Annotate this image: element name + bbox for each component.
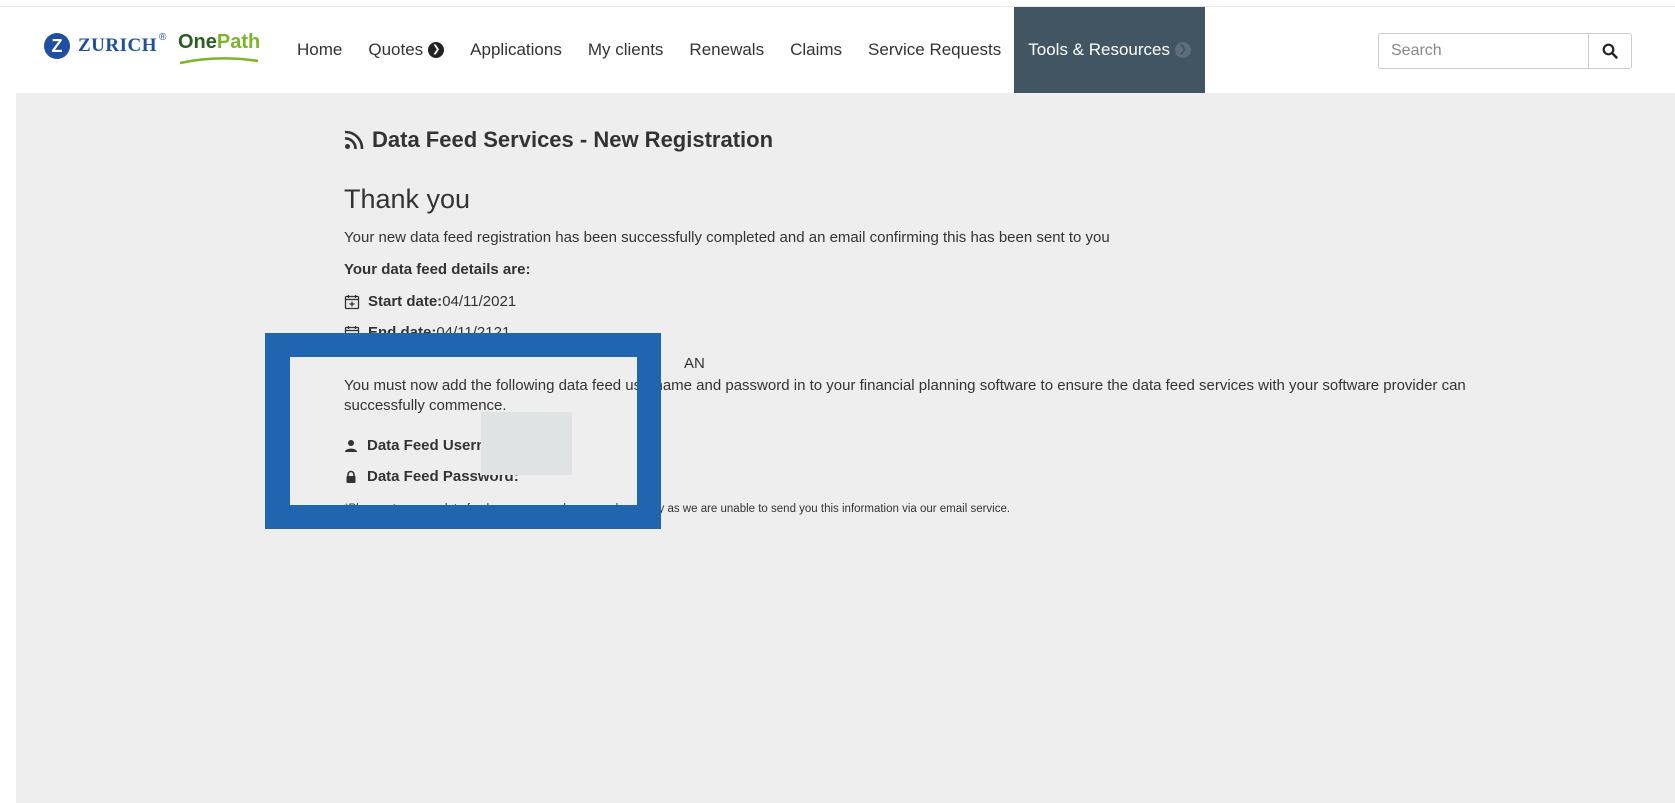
search-icon: [1602, 43, 1618, 59]
nav-claims-label: Claims: [790, 40, 843, 59]
nav-renewals[interactable]: Renewals: [676, 7, 777, 93]
start-date-value: 04/11/2021: [442, 293, 517, 310]
zurich-mark-icon: Z: [44, 33, 70, 59]
nav-service-requests-label: Service Requests: [868, 40, 1002, 59]
user-icon: [345, 439, 357, 452]
partial-detail-value: AN: [684, 355, 705, 372]
search-button[interactable]: [1588, 33, 1632, 69]
chevron-right-icon: ❯: [1175, 42, 1191, 58]
chevron-right-icon: ❯: [428, 42, 445, 58]
nav-service-requests[interactable]: Service Requests: [855, 7, 1014, 93]
thank-you-heading: Thank you: [344, 184, 471, 214]
main-content: Data Feed Services - New Registration Th…: [16, 93, 1675, 803]
redacted-credentials: [481, 412, 572, 475]
start-date-label: Start date:: [368, 293, 443, 310]
search-input[interactable]: [1378, 33, 1588, 69]
confirmation-text: Your new data feed registration has been…: [344, 229, 1110, 246]
onepath-swoosh-icon: [179, 57, 259, 65]
nav-renewals-label: Renewals: [689, 40, 765, 59]
rss-feed-icon: [344, 130, 364, 150]
instructions-text: You must now add the following data feed…: [344, 377, 1466, 414]
nav-tools-resources[interactable]: Tools & Resources ❯: [1014, 7, 1205, 93]
end-date-row: End date: 04/11/2121: [344, 324, 510, 341]
zurich-registered-mark: ®: [159, 31, 167, 43]
nav-home-label: Home: [297, 40, 343, 59]
nav-my-clients[interactable]: My clients: [575, 7, 677, 93]
nav-claims[interactable]: Claims: [777, 7, 855, 93]
main-nav: Home Quotes ❯ Applications My clients Ren…: [297, 7, 1205, 93]
start-date-row: Start date: 04/11/2021: [344, 293, 516, 310]
calendar-plus-icon: [344, 294, 360, 309]
nav-quotes[interactable]: Quotes ❯: [355, 7, 457, 93]
end-date-label: End date:: [368, 324, 437, 341]
calendar-times-icon: [344, 325, 360, 340]
nav-quotes-label: Quotes: [368, 40, 424, 59]
nav-tools-resources-label: Tools & Resources: [1028, 40, 1170, 59]
top-navbar: Z ZURICH ® OnePath Home Quotes ❯ Applicat…: [0, 6, 1675, 93]
onepath-logo-one: One: [178, 31, 217, 53]
zurich-logo[interactable]: Z ZURICH ®: [44, 31, 167, 59]
onepath-logo[interactable]: OnePath: [178, 31, 260, 67]
page-title-text: Data Feed Services - New Registration: [372, 127, 774, 152]
nav-home[interactable]: Home: [297, 7, 355, 93]
zurich-wordmark: ZURICH: [78, 35, 158, 56]
details-heading: Your data feed details are:: [344, 261, 531, 278]
onepath-logo-path: Path: [216, 31, 261, 53]
page-title: Data Feed Services - New Registration: [344, 127, 773, 153]
nav-applications[interactable]: Applications: [457, 7, 575, 93]
lock-icon: [346, 470, 356, 483]
storage-note: *Please store your data feed username an…: [344, 503, 1011, 515]
end-date-value: 04/11/2121: [436, 324, 511, 341]
nav-applications-label: Applications: [470, 40, 562, 59]
search-bar: [1378, 33, 1632, 69]
nav-my-clients-label: My clients: [587, 40, 664, 59]
